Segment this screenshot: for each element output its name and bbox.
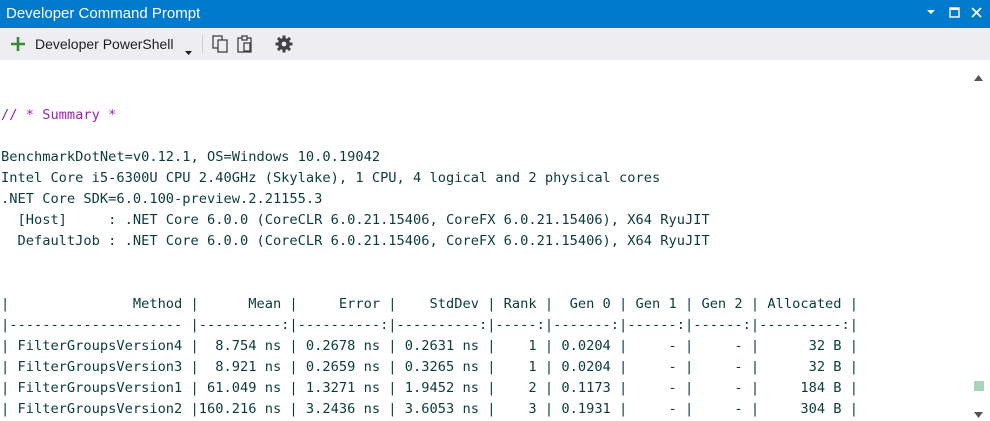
table-row: | FilterGroupsVersion1 | 61.049 ns | 1.3… — [1, 380, 859, 396]
defaultjob-runtime-line: DefaultJob : .NET Core 6.0.0 (CoreCLR 6.… — [1, 233, 710, 249]
toolbar-separator — [202, 35, 203, 53]
window-title: Developer Command Prompt — [6, 5, 201, 22]
plus-icon — [11, 37, 25, 51]
caret-up-icon — [974, 75, 983, 81]
paste-button[interactable] — [235, 34, 255, 54]
maximize-button[interactable] — [944, 3, 964, 23]
table-header-row: | Method | Mean | Error | StdDev | Rank … — [1, 296, 859, 312]
console-text: // * Summary * BenchmarkDotNet=v0.12.1, O… — [1, 84, 858, 420]
caret-down-icon — [974, 412, 983, 418]
paste-icon — [237, 35, 252, 53]
table-row: | FilterGroupsVersion3 | 8.921 ns | 0.26… — [1, 359, 859, 375]
scroll-down-button[interactable] — [974, 405, 983, 421]
vertical-scrollbar[interactable] — [966, 60, 990, 421]
profile-selector[interactable]: Developer PowerShell — [35, 36, 174, 52]
settings-button[interactable] — [274, 34, 294, 54]
close-icon — [970, 7, 982, 18]
copy-button[interactable] — [210, 34, 230, 54]
copy-icon — [212, 35, 228, 53]
close-button[interactable] — [966, 3, 986, 23]
minimize-button[interactable] — [921, 3, 941, 23]
maximize-icon — [948, 7, 960, 18]
table-row: | FilterGroupsVersion2 |160.216 ns | 3.2… — [1, 401, 859, 417]
gear-icon — [275, 35, 293, 53]
summary-comment-line: // * Summary * — [1, 107, 117, 123]
scroll-thumb[interactable] — [974, 381, 984, 391]
host-runtime-line: [Host] : .NET Core 6.0.0 (CoreCLR 6.0.21… — [1, 212, 710, 228]
chevron-down-icon — [927, 10, 935, 14]
table-row: | FilterGroupsVersion4 | 8.754 ns | 0.26… — [1, 338, 859, 354]
new-tab-button[interactable] — [9, 35, 27, 53]
table-separator-row: |--------------------- |----------:|----… — [1, 317, 859, 333]
toolbar: Developer PowerShell — [0, 28, 990, 60]
cpu-info-line: Intel Core i5-6300U CPU 2.40GHz (Skylake… — [1, 170, 661, 186]
sdk-info-line: .NET Core SDK=6.0.100-preview.2.21155.3 — [1, 191, 323, 207]
title-bar: Developer Command Prompt — [0, 0, 990, 28]
caret-down-icon — [185, 51, 192, 55]
terminal-output[interactable]: // * Summary * BenchmarkDotNet=v0.12.1, O… — [0, 60, 966, 421]
scroll-up-button[interactable] — [974, 68, 983, 86]
profile-dropdown[interactable] — [185, 42, 192, 58]
benchmark-version-line: BenchmarkDotNet=v0.12.1, OS=Windows 10.0… — [1, 149, 381, 165]
